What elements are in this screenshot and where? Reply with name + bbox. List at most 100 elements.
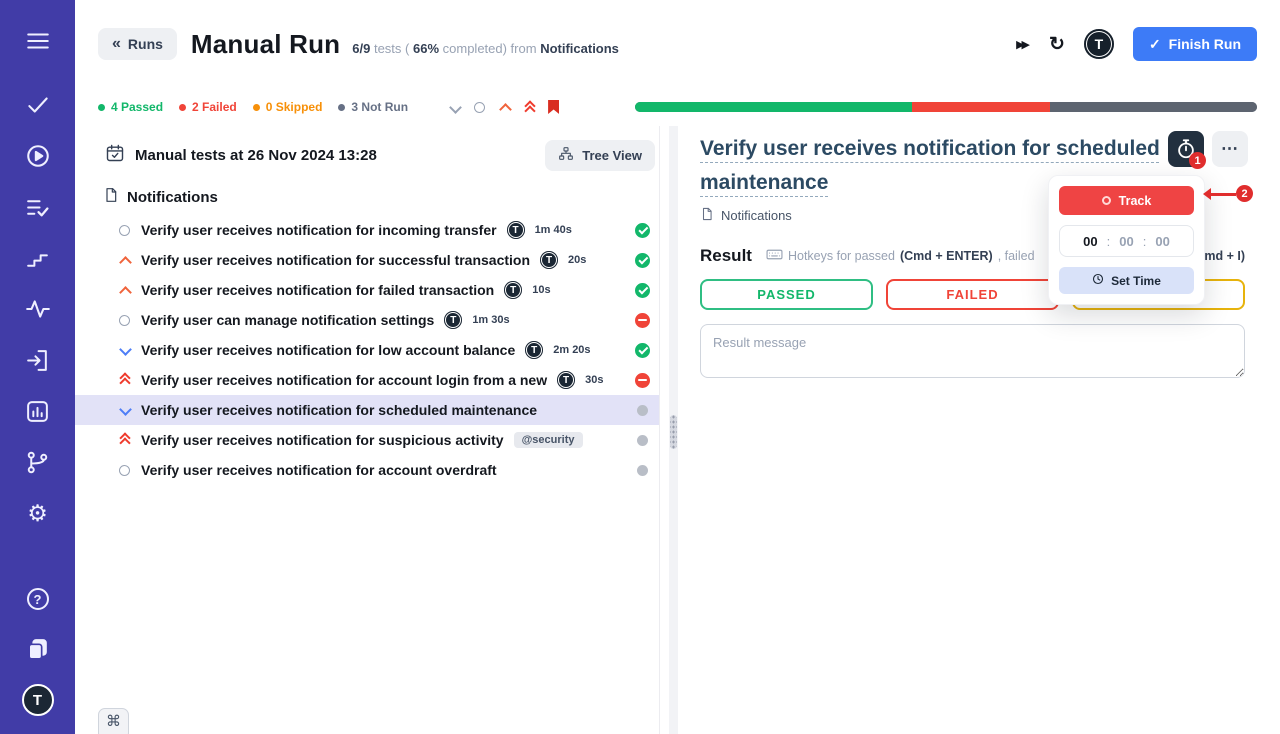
test-row[interactable]: Verify user receives notification for fa… <box>75 275 659 305</box>
test-duration: 20s <box>568 254 586 266</box>
test-list-panel: Manual tests at 26 Nov 2024 13:28 Tree V… <box>75 126 660 734</box>
seconds-field[interactable]: 00 <box>1155 234 1169 249</box>
annotation-step-2: 2 <box>1236 185 1253 202</box>
status-bar: 4 Passed 2 Failed 0 Skipped 3 Not Run <box>75 88 1280 126</box>
result-passed-icon <box>635 223 650 238</box>
testomat-logo-icon[interactable]: T <box>22 684 54 716</box>
detail-actions: ⋯ <box>1168 131 1248 167</box>
copy-docs-icon[interactable] <box>23 634 53 664</box>
clock-icon <box>1092 273 1104 288</box>
testomat-badge-icon: T <box>540 251 558 269</box>
tests-count: 6/9 <box>352 41 370 56</box>
result-passed-icon <box>635 283 650 298</box>
test-duration: 30s <box>585 374 603 386</box>
run-header: Manual tests at 26 Nov 2024 13:28 Tree V… <box>75 137 659 173</box>
test-row[interactable]: Verify user receives notification for su… <box>75 245 659 275</box>
content: Manual tests at 26 Nov 2024 13:28 Tree V… <box>75 126 1280 734</box>
test-row-title: Verify user receives notification for sc… <box>141 402 537 418</box>
suite-group-row[interactable]: Notifications <box>75 183 659 211</box>
chevron-down-icon[interactable] <box>448 101 461 114</box>
severity-critical-icon <box>117 433 131 447</box>
divider-drag-handle[interactable] <box>670 415 677 449</box>
circle-icon[interactable] <box>473 101 486 114</box>
result-message-input[interactable] <box>700 324 1245 378</box>
fast-forward-icon[interactable]: ▶▶ <box>1016 38 1030 51</box>
suite-group-label: Notifications <box>127 189 218 206</box>
result-failed-icon <box>635 373 650 388</box>
test-duration: 1m 30s <box>472 314 509 326</box>
hotkeys-tail: md + I) <box>1204 249 1245 263</box>
back-to-runs-button[interactable]: « Runs <box>98 28 177 60</box>
set-time-button[interactable]: Set Time <box>1059 267 1194 294</box>
test-duration: 1m 40s <box>535 224 572 236</box>
run-progress-summary: 6/9 tests ( 66% completed) from Notifica… <box>352 41 619 56</box>
time-input-row: 00 : 00 : 00 <box>1059 225 1194 257</box>
main-area: « Runs Manual Run 6/9 tests ( 66% comple… <box>75 0 1280 734</box>
tree-view-button[interactable]: Tree View <box>545 140 655 171</box>
stat-notrun: 3 Not Run <box>338 100 408 114</box>
test-row[interactable]: Verify user receives notification for in… <box>75 215 659 245</box>
hours-field[interactable]: 00 <box>1083 234 1097 249</box>
finish-run-button[interactable]: ✓ Finish Run <box>1133 27 1257 61</box>
stat-passed: 4 Passed <box>98 100 163 114</box>
settings-gear-icon[interactable]: ⚙ <box>23 498 53 528</box>
double-chevron-up-icon[interactable] <box>523 101 536 114</box>
stat-failed: 2 Failed <box>179 100 237 114</box>
test-row[interactable]: Verify user receives notification for ac… <box>75 455 659 485</box>
test-row[interactable]: Verify user receives notification for sc… <box>75 395 659 425</box>
bookmark-icon[interactable] <box>548 100 559 114</box>
test-row-title: Verify user receives notification for ac… <box>141 372 547 388</box>
test-row[interactable]: Verify user can manage notification sett… <box>75 305 659 335</box>
completed-percent: 66% <box>413 41 439 56</box>
test-row-title: Verify user receives notification for lo… <box>141 342 515 358</box>
chevron-up-icon[interactable] <box>498 101 511 114</box>
result-none-icon <box>637 465 648 476</box>
sign-in-icon[interactable] <box>23 345 53 375</box>
test-row[interactable]: Verify user receives notification for su… <box>75 425 659 455</box>
help-icon[interactable]: ? <box>23 584 53 614</box>
tests-check-icon[interactable] <box>23 90 53 120</box>
track-button[interactable]: Track <box>1059 186 1194 215</box>
result-failed-icon <box>635 313 650 328</box>
result-passed-icon <box>635 343 650 358</box>
run-list-icon[interactable] <box>23 192 53 222</box>
test-tag: @security <box>514 432 583 448</box>
test-list: Verify user receives notification for in… <box>75 215 659 485</box>
minutes-field[interactable]: 00 <box>1119 234 1133 249</box>
severity-normal-icon <box>117 223 131 237</box>
testomat-badge-icon[interactable]: T <box>1084 29 1114 59</box>
track-time-popup: Track 00 : 00 : 00 Set Time <box>1048 175 1205 305</box>
severity-critical-icon <box>117 373 131 387</box>
more-options-button[interactable]: ⋯ <box>1212 131 1248 167</box>
passed-button[interactable]: PASSED <box>700 279 873 310</box>
file-icon <box>103 187 119 208</box>
testomat-badge-icon: T <box>557 371 575 389</box>
runs-play-icon[interactable] <box>23 141 53 171</box>
test-row[interactable]: Verify user receives notification for ac… <box>75 365 659 395</box>
git-branch-icon[interactable] <box>23 447 53 477</box>
result-none-icon <box>637 435 648 446</box>
activity-pulse-icon[interactable] <box>23 294 53 324</box>
progress-bar <box>635 102 1257 112</box>
test-row[interactable]: Verify user receives notification for lo… <box>75 335 659 365</box>
test-row-title: Verify user receives notification for su… <box>141 432 504 448</box>
severity-high-icon <box>117 283 131 297</box>
command-palette-button[interactable]: ⌘ <box>98 708 129 734</box>
severity-normal-icon <box>117 463 131 477</box>
sidebar: ⚙ ? T <box>0 0 75 734</box>
skipped-dot-icon <box>253 104 260 111</box>
menu-icon[interactable] <box>23 26 53 56</box>
severity-low-icon <box>117 343 131 357</box>
breadcrumb-suite[interactable]: Notifications <box>721 208 792 223</box>
test-duration: 2m 20s <box>553 344 590 356</box>
failed-button[interactable]: FAILED <box>886 279 1059 310</box>
back-to-runs-label: Runs <box>128 36 163 52</box>
severity-low-icon <box>117 403 131 417</box>
header-actions: ▶▶ ↻ T ✓ Finish Run <box>1016 27 1257 61</box>
history-timer-icon[interactable]: ↻ <box>1049 33 1065 56</box>
analytics-icon[interactable] <box>23 396 53 426</box>
passed-dot-icon <box>98 104 105 111</box>
calendar-check-icon <box>105 143 125 168</box>
page-title: Manual Run <box>191 29 340 60</box>
steps-icon[interactable] <box>23 243 53 273</box>
